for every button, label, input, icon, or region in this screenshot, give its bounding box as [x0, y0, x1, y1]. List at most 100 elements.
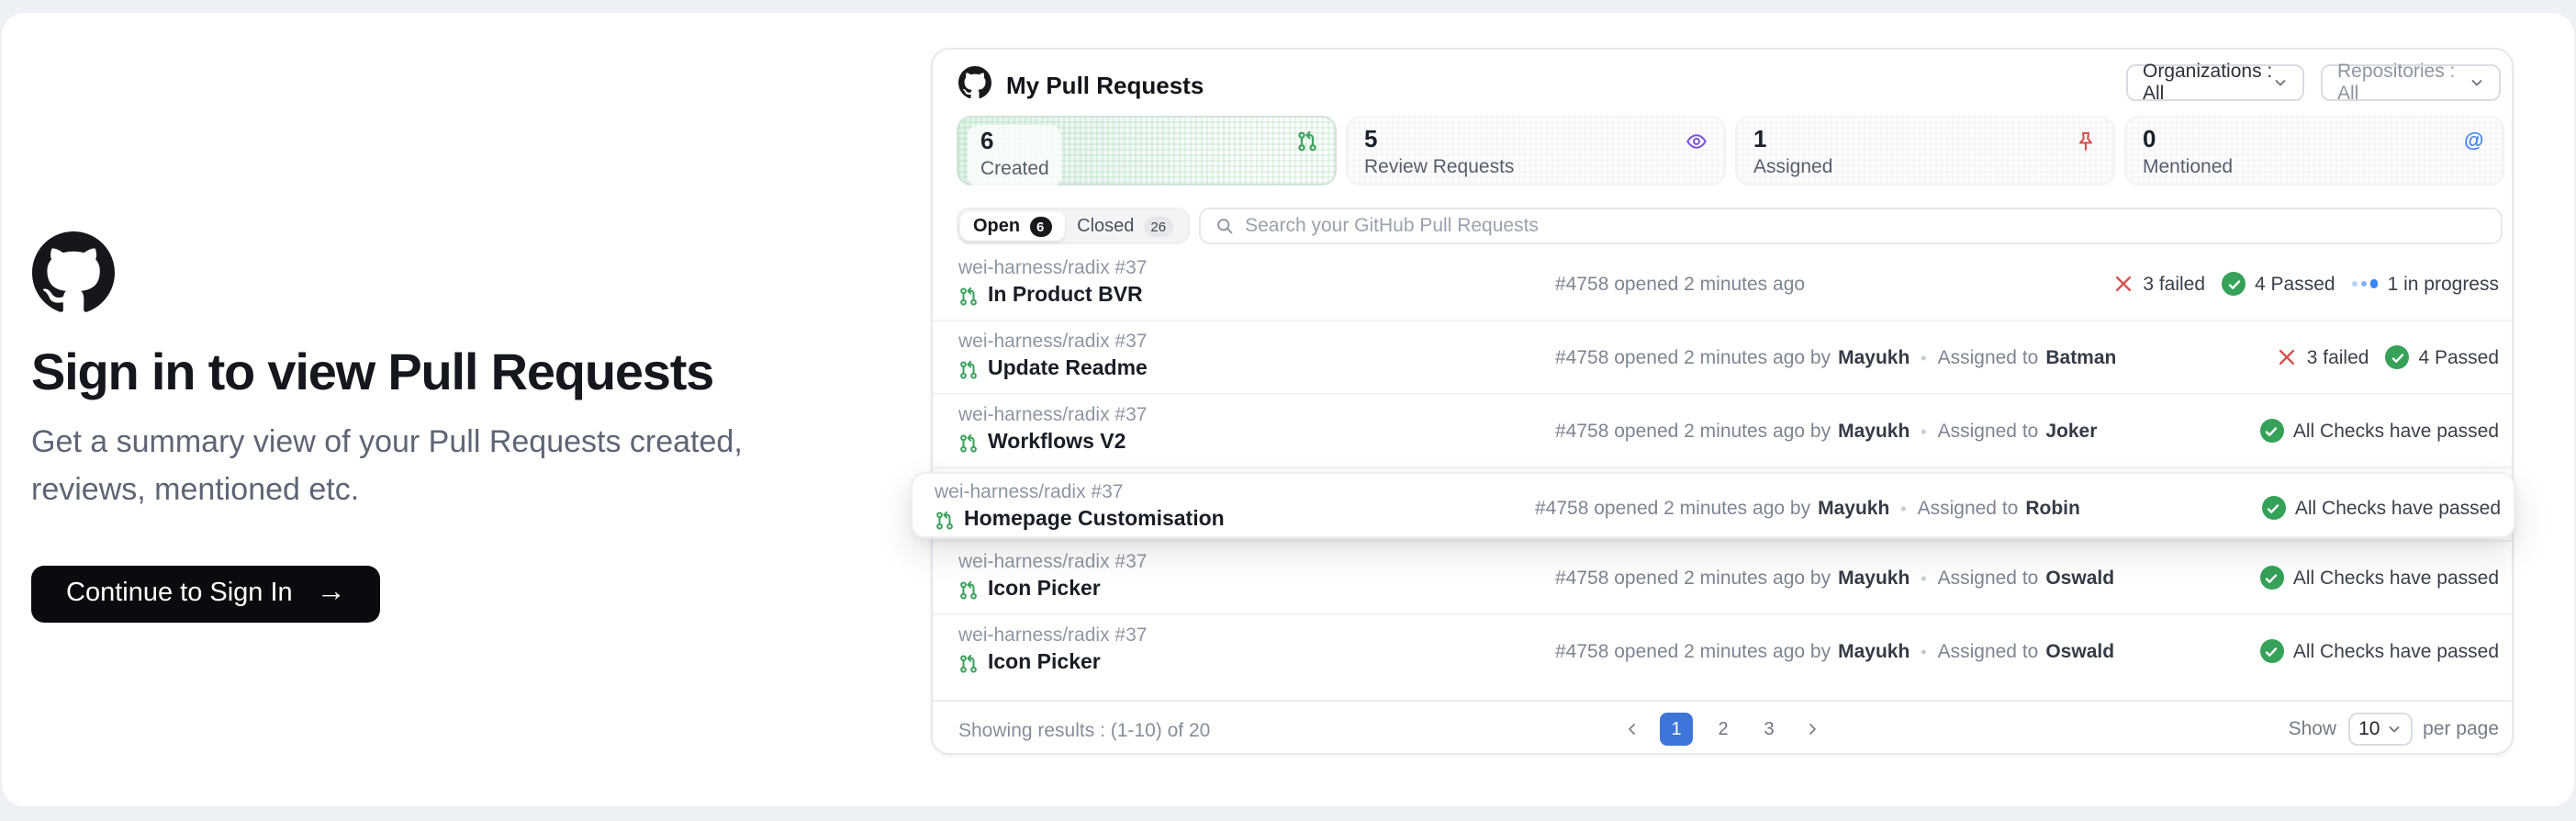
pr-title[interactable]: Update Readme: [988, 358, 1148, 380]
repositories-dropdown-label: Repositories : All: [2337, 61, 2470, 105]
chevron-down-icon: [2273, 75, 2288, 90]
pin-icon: [2075, 130, 2097, 152]
checks-passed: 4 Passed: [2385, 345, 2499, 369]
page-button-3[interactable]: 3: [1753, 714, 1785, 745]
stat-label: Mentioned: [2143, 156, 2486, 178]
pr-title[interactable]: Icon Picker: [988, 579, 1101, 601]
dot-separator: •: [1897, 500, 1910, 518]
stat-label: Assigned: [1753, 156, 2097, 178]
next-page-button[interactable]: [1799, 716, 1825, 742]
github-logo-icon: [958, 66, 991, 99]
pr-title[interactable]: Icon Picker: [988, 652, 1101, 674]
git-pull-request-icon: [958, 653, 979, 673]
x-icon: [2278, 347, 2298, 367]
page-size-value: 10: [2358, 718, 2380, 740]
pr-list-item[interactable]: wei-harness/radix #37 In Product BVR #47…: [933, 248, 2512, 321]
pr-list-item[interactable]: wei-harness/radix #37 Icon Picker #4758 …: [933, 615, 2512, 689]
pr-checks: All Checks have passed: [2260, 639, 2499, 663]
repositories-dropdown[interactable]: Repositories : All: [2321, 64, 2501, 101]
git-pull-request-icon: [935, 510, 955, 530]
organizations-dropdown-label: Organizations : All: [2143, 61, 2273, 105]
pr-meta: #4758 opened 2 minutes ago byMayukh • As…: [1555, 568, 2114, 590]
pr-list-item[interactable]: wei-harness/radix #37 Workflows V2 #4758…: [933, 395, 2512, 468]
x-icon: [2113, 274, 2134, 294]
per-page-label: per page: [2423, 718, 2499, 740]
search-input[interactable]: [1245, 215, 2486, 237]
page-button-2[interactable]: 2: [1708, 714, 1739, 745]
pr-title[interactable]: Homepage Customisation: [964, 509, 1225, 531]
page-button-1[interactable]: 1: [1660, 713, 1693, 746]
state-tabs: Open 6 Closed 26: [957, 208, 1190, 244]
pagination: 1 2 3: [1619, 713, 1825, 746]
results-summary: Showing results : (1-10) of 20: [958, 720, 1210, 742]
check-circle-icon: [2260, 639, 2284, 663]
prev-page-button[interactable]: [1619, 716, 1645, 742]
tab-open-label: Open: [973, 216, 1020, 236]
organizations-dropdown[interactable]: Organizations : All: [2126, 64, 2304, 101]
pr-meta: #4758 opened 2 minutes ago byMayukh • As…: [1555, 641, 2114, 663]
show-label: Show: [2289, 718, 2337, 740]
pr-list-item[interactable]: wei-harness/radix #37 Update Readme #475…: [933, 321, 2512, 395]
git-pull-request-icon: [1296, 130, 1318, 152]
stat-value: 1: [1753, 127, 2097, 154]
chevron-left-icon: [1625, 722, 1640, 737]
stat-label: Created: [980, 158, 1049, 180]
pr-checks: 3 failed 4 Passed: [2278, 345, 2499, 369]
tab-closed-label: Closed: [1077, 216, 1134, 236]
at-icon: @: [2464, 130, 2486, 152]
check-circle-icon: [2385, 345, 2409, 369]
checks-all-passed: All Checks have passed: [2262, 496, 2501, 520]
chevron-right-icon: [1805, 722, 1820, 737]
stat-card-assigned[interactable]: 1 Assigned: [1735, 116, 2115, 186]
stat-card-review-requests[interactable]: 5 Review Requests: [1346, 116, 1726, 186]
eye-icon: [1686, 130, 1708, 152]
check-circle-icon: [2260, 419, 2284, 443]
continue-signin-button[interactable]: Continue to Sign In →: [31, 565, 381, 622]
tabs-and-search-row: Open 6 Closed 26: [957, 208, 2503, 244]
pr-meta: #4758 opened 2 minutes ago byMayukh • As…: [1555, 347, 2116, 369]
checks-all-passed: All Checks have passed: [2260, 419, 2499, 443]
pr-title[interactable]: In Product BVR: [988, 285, 1143, 307]
git-pull-request-icon: [958, 286, 979, 306]
stat-value: 6: [980, 129, 1049, 156]
dot-separator: •: [1917, 643, 1930, 661]
dot-separator: •: [1917, 422, 1930, 441]
check-circle-icon: [2222, 272, 2246, 296]
card-title: My Pull Requests: [1006, 72, 1204, 99]
signin-subtitle: Get a summary view of your Pull Requests…: [31, 419, 839, 515]
check-circle-icon: [2260, 566, 2284, 590]
stat-value: 0: [2143, 127, 2486, 154]
check-circle-icon: [2262, 496, 2286, 520]
page-size-control: Show 10 per page: [2289, 713, 2499, 746]
git-pull-request-icon: [958, 579, 979, 600]
git-pull-request-icon: [958, 433, 979, 453]
closed-count-badge: 26: [1143, 216, 1173, 236]
checks-all-passed: All Checks have passed: [2260, 566, 2499, 590]
pr-title[interactable]: Workflows V2: [988, 432, 1126, 454]
pr-list-item-hovered[interactable]: wei-harness/radix #37 Homepage Customisa…: [911, 472, 2515, 538]
github-logo-icon: [31, 231, 116, 314]
progress-dots-icon: [2352, 280, 2379, 288]
pr-list: wei-harness/radix #37 In Product BVR #47…: [933, 248, 2512, 689]
pr-checks: 3 failed 4 Passed 1 in progress: [2113, 272, 2499, 296]
checks-passed: 4 Passed: [2222, 272, 2335, 296]
tab-closed[interactable]: Closed 26: [1064, 211, 1186, 241]
git-pull-request-icon: [958, 359, 979, 379]
stat-card-created[interactable]: 6 Created: [957, 116, 1337, 186]
search-box: [1199, 208, 2503, 244]
pr-list-item[interactable]: wei-harness/radix #37 Icon Picker #4758 …: [933, 542, 2512, 615]
arrow-right-icon: →: [317, 579, 346, 608]
pr-list-item-slot: wei-harness/radix #37 Homepage Customisa…: [933, 468, 2512, 542]
dot-separator: •: [1917, 569, 1930, 588]
stat-card-mentioned[interactable]: 0 Mentioned @: [2124, 116, 2504, 186]
card-footer: Showing results : (1-10) of 20 1 2 3 Sho…: [933, 700, 2512, 755]
pr-meta: #4758 opened 2 minutes ago byMayukh • As…: [1555, 421, 2097, 443]
signin-panel: Sign in to view Pull Requests Get a summ…: [31, 231, 894, 622]
dot-separator: •: [1917, 349, 1930, 367]
pr-meta: #4758 opened 2 minutes ago: [1555, 274, 1805, 296]
pr-checks: All Checks have passed: [2262, 496, 2501, 520]
page-size-select[interactable]: 10: [2347, 713, 2412, 746]
pr-checks: All Checks have passed: [2260, 419, 2499, 443]
tab-open[interactable]: Open 6: [960, 211, 1064, 241]
app-root: Sign in to view Pull Requests Get a summ…: [0, 0, 2576, 821]
